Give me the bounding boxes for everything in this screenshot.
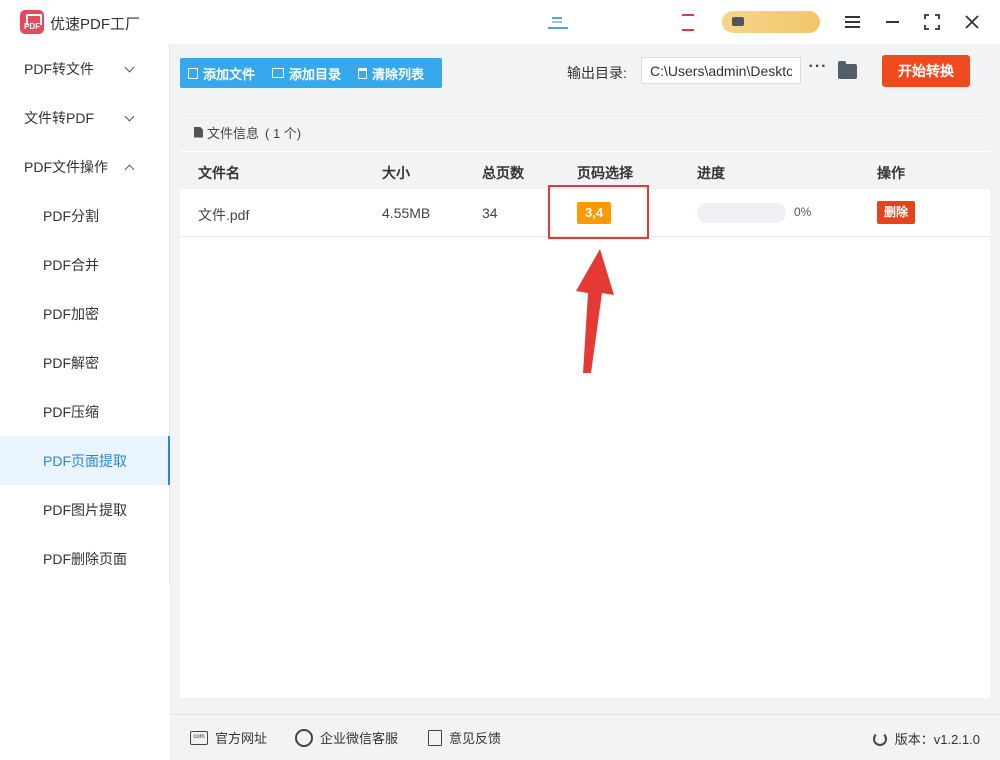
sidebar-item-pdf-encrypt[interactable]: PDF加密: [0, 289, 169, 338]
output-dir-label: 输出目录:: [567, 65, 627, 81]
website-icon: com: [190, 730, 208, 745]
chevron-up-icon: [124, 164, 135, 175]
page-select-highlight-box: [548, 185, 649, 239]
file-toolbar: 添加文件 添加目录 清除列表: [180, 58, 442, 88]
arrow-shape: [576, 249, 614, 373]
sidebar-item-pdf-compress[interactable]: PDF压缩: [0, 387, 169, 436]
sidebar-item-pdf-merge[interactable]: PDF合并: [0, 240, 169, 289]
feedback-link[interactable]: 意见反馈: [428, 728, 501, 747]
app-logo-icon: PDF: [20, 10, 44, 34]
close-icon[interactable]: [960, 10, 984, 34]
file-size: 4.55MB: [382, 205, 431, 221]
sidebar-item-label: PDF文件操作: [24, 158, 108, 175]
document-icon[interactable]: [682, 14, 694, 31]
add-file-button[interactable]: 添加文件: [188, 64, 255, 83]
sidebar-item-label: PDF转文件: [24, 60, 94, 77]
sidebar-item-pdf-split[interactable]: PDF分割: [0, 191, 169, 240]
wechat-support-link[interactable]: 企业微信客服: [295, 728, 398, 747]
add-directory-button[interactable]: 添加目录: [272, 64, 341, 83]
column-header-action: 操作: [877, 165, 905, 181]
sidebar-item-label: PDF页面提取: [43, 452, 127, 469]
file-icon: [188, 67, 198, 79]
sidebar-item-file-to-pdf[interactable]: 文件转PDF: [0, 93, 169, 142]
start-convert-button[interactable]: 开始转换: [882, 55, 970, 87]
sidebar-item-label: PDF合并: [43, 256, 99, 273]
sidebar-item-label: PDF分割: [43, 207, 99, 224]
table-header: 文件名 大小 总页数 页码选择 进度 操作: [180, 151, 990, 189]
open-folder-icon[interactable]: [838, 61, 857, 79]
column-header-page-select: 页码选择: [577, 165, 633, 181]
title-bar: PDF 优速PDF工厂: [0, 0, 1000, 44]
sidebar-item-pdf-page-extract[interactable]: PDF页面提取: [0, 436, 170, 485]
official-website-link[interactable]: com 官方网址: [190, 728, 267, 747]
column-header-progress: 进度: [697, 165, 725, 181]
progress-percent: 0%: [794, 205, 812, 219]
version-info[interactable]: 版本：v1.2.1.0: [872, 729, 980, 748]
sidebar-item-pdf-operations[interactable]: PDF文件操作: [0, 142, 169, 191]
sidebar-item-pdf-image-extract[interactable]: PDF图片提取: [0, 485, 169, 534]
column-header-size: 大小: [382, 165, 410, 181]
page-count: 34: [482, 205, 498, 221]
file-list-panel: 文件信息 ( 1 个) 文件名 大小 总页数 页码选择 进度 操作 文件.pdf…: [180, 112, 990, 698]
chevron-down-icon: [124, 62, 135, 73]
notice-icon[interactable]: [548, 15, 568, 29]
sidebar-item-pdf-to-file[interactable]: PDF转文件: [0, 44, 169, 93]
menu-icon[interactable]: [840, 10, 864, 34]
trash-icon: [358, 67, 368, 79]
refresh-icon: [872, 731, 887, 746]
delete-button[interactable]: 删除: [877, 201, 916, 224]
sidebar: PDF转文件 文件转PDF PDF文件操作 PDF分割 PDF合并 PDF加密 …: [0, 44, 170, 584]
file-name: 文件.pdf: [198, 207, 250, 223]
sidebar-item-label: 文件转PDF: [24, 109, 94, 126]
file-info-title: 文件信息: [207, 125, 260, 141]
table-row: 文件.pdf 4.55MB 34 3,4 0% 删除: [180, 185, 990, 239]
chevron-down-icon: [124, 111, 135, 122]
file-count: ( 1 个): [265, 125, 302, 141]
maximize-icon[interactable]: [920, 10, 944, 34]
app-title: 优速PDF工厂: [50, 16, 141, 33]
minimize-icon[interactable]: [880, 10, 904, 34]
folder-icon: [272, 68, 285, 78]
file-info-header: 文件信息 ( 1 个): [180, 113, 990, 151]
sidebar-item-label: PDF解密: [43, 354, 99, 371]
column-header-pages: 总页数: [482, 165, 524, 181]
clear-list-button[interactable]: 清除列表: [358, 64, 424, 83]
main-area: 添加文件 添加目录 清除列表 输出目录: ··· 开始转换 文件信息 ( 1 个…: [170, 44, 1000, 760]
sidebar-item-label: PDF加密: [43, 305, 99, 322]
footer: com 官方网址 企业微信客服 意见反馈 版本：v1.2.1.0: [170, 714, 1000, 760]
sidebar-item-pdf-delete-pages[interactable]: PDF删除页面: [0, 534, 169, 583]
browse-more-button[interactable]: ···: [808, 59, 828, 79]
sidebar-item-label: PDF图片提取: [43, 501, 127, 518]
column-header-filename: 文件名: [198, 165, 240, 181]
output-dir-input[interactable]: [641, 57, 801, 84]
chat-icon: [295, 728, 314, 747]
feedback-icon: [428, 729, 443, 746]
user-account-pill[interactable]: [722, 11, 820, 33]
document-icon: [194, 126, 203, 138]
sidebar-item-pdf-decrypt[interactable]: PDF解密: [0, 338, 169, 387]
sidebar-item-label: PDF删除页面: [43, 550, 127, 567]
sidebar-item-label: PDF压缩: [43, 403, 99, 420]
sidebar-empty-area: [0, 584, 170, 760]
progress-bar: [697, 203, 786, 223]
